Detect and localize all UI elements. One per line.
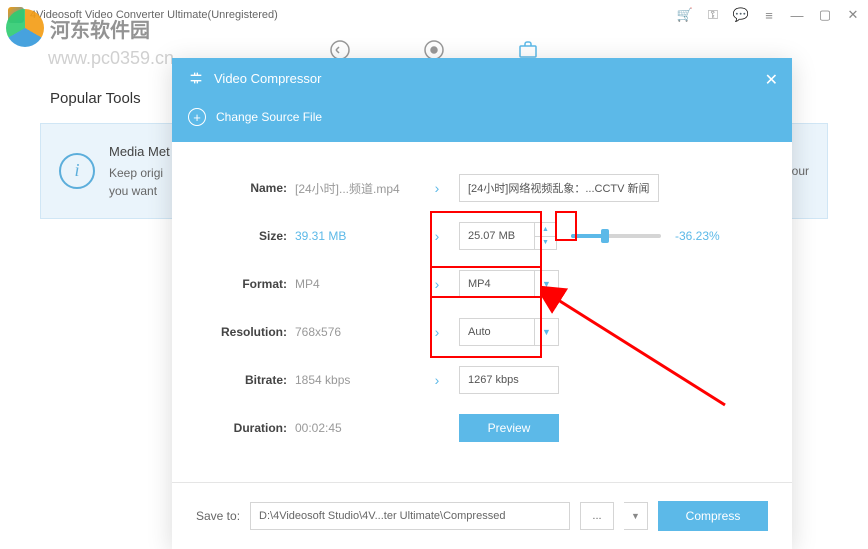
app-title: 4Videosoft Video Converter Ultimate(Unre… [30,9,278,21]
plus-icon: + [188,108,206,126]
resolution-value: 768x576 [295,325,415,339]
feedback-icon[interactable]: 💬 [734,8,748,22]
size-slider[interactable] [571,234,661,238]
spinner-down[interactable]: ▼ [535,237,556,250]
chevron-down-icon: ▼ [534,271,558,297]
duration-label: Duration: [200,421,295,435]
slider-handle[interactable] [601,229,609,243]
video-compressor-modal: Video Compressor ✕ + Change Source File … [172,58,792,549]
close-window-icon[interactable]: ✕ [846,8,860,22]
bitrate-value: 1854 kbps [295,373,415,387]
info-card-title: Media Met [109,142,170,162]
format-label: Format: [200,277,295,291]
duration-value: 00:02:45 [295,421,415,435]
size-value: 39.31 MB [295,229,415,243]
minimize-icon[interactable]: — [790,8,804,22]
bitrate-input[interactable] [459,366,559,394]
save-to-label: Save to: [196,509,240,523]
menu-icon[interactable]: ≡ [762,8,776,22]
modal-title: Video Compressor [214,71,321,86]
info-icon: i [59,153,95,189]
format-select[interactable]: MP4 ▼ [459,270,559,298]
path-dropdown-button[interactable]: ▼ [624,502,648,530]
size-input[interactable] [459,222,535,250]
compress-button[interactable]: Compress [658,501,768,531]
change-source-label: Change Source File [216,110,322,124]
size-spinner: ▲ ▼ [535,222,557,250]
preview-button[interactable]: Preview [459,414,559,442]
arrow-icon: › [415,276,459,292]
titlebar: 4Videosoft Video Converter Ultimate(Unre… [0,0,868,30]
maximize-icon[interactable]: ▢ [818,8,832,22]
chevron-down-icon: ▼ [534,319,558,345]
name-label: Name: [200,181,295,195]
name-input[interactable] [459,174,659,202]
info-card-line: Keep origi [109,164,170,182]
close-icon[interactable]: ✕ [765,70,778,90]
cart-icon[interactable]: 🛒 [678,8,692,22]
format-value: MP4 [295,277,415,291]
key-icon[interactable]: ⚿ [706,8,720,22]
resolution-select[interactable]: Auto ▼ [459,318,559,346]
arrow-icon: › [415,180,459,196]
modal-header: Video Compressor ✕ [172,58,792,98]
app-icon [8,7,24,23]
resolution-label: Resolution: [200,325,295,339]
change-source-bar[interactable]: + Change Source File [172,98,792,142]
size-percent: -36.23% [675,229,720,243]
size-label: Size: [200,229,295,243]
browse-button[interactable]: ... [580,502,614,530]
name-value: [24小时]...频道.mp4 [295,180,415,197]
save-path-field[interactable]: D:\4Videosoft Studio\4V...ter Ultimate\C… [250,502,570,530]
arrow-icon: › [415,324,459,340]
arrow-icon: › [415,372,459,388]
arrow-icon: › [415,228,459,244]
bitrate-label: Bitrate: [200,373,295,387]
compressor-icon [188,70,204,86]
info-card-line: you want [109,182,170,200]
spinner-up[interactable]: ▲ [535,223,556,237]
